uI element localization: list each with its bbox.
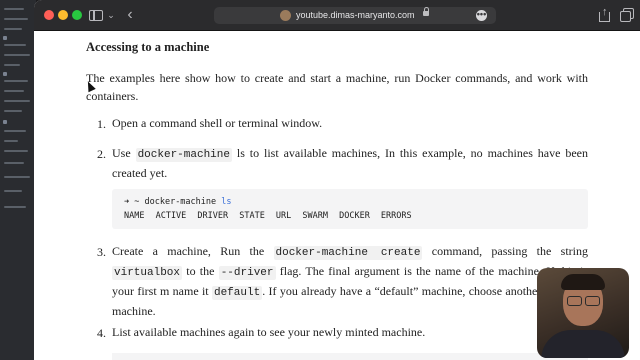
step-number: 1. <box>97 117 106 131</box>
step-number: 2. <box>97 147 106 161</box>
browser-toolbar: ⌄ ‹ youtube.dimas-maryanto.com ••• ↑ <box>34 0 640 31</box>
code-argument: ls <box>221 197 232 207</box>
step-4-text: List available machines again to see you… <box>112 325 426 339</box>
sidebar-icon[interactable] <box>89 6 103 24</box>
step-number: 4. <box>97 326 106 340</box>
step-2-text: Use docker-machine ls to list available … <box>112 146 588 180</box>
code-command: docker-machine <box>144 197 217 207</box>
shell-prompt: ➜ ~ <box>124 197 140 207</box>
inline-code: default <box>211 286 263 300</box>
more-icon[interactable]: ••• <box>476 10 487 21</box>
address-url[interactable]: youtube.dimas-maryanto.com <box>296 7 415 24</box>
zoom-window-button[interactable] <box>72 10 82 20</box>
chevron-down-icon[interactable]: ⌄ <box>106 6 116 24</box>
share-icon[interactable]: ↑ <box>598 6 610 24</box>
inline-code: virtualbox <box>112 266 183 280</box>
inline-code: docker-machine <box>135 148 232 162</box>
webcam-overlay <box>537 268 629 358</box>
tabs-icon[interactable] <box>620 6 634 24</box>
output-header: NAME ACTIVE DRIVER STATE URL SWARM DOCKE… <box>124 211 412 221</box>
lock-icon <box>423 7 429 16</box>
step-1-text: Open a command shell or terminal window. <box>112 116 323 130</box>
back-icon[interactable]: ‹ <box>124 6 136 24</box>
inline-code: docker-machine create <box>273 246 423 260</box>
address-bar[interactable]: youtube.dimas-maryanto.com ••• <box>214 7 496 24</box>
close-window-button[interactable] <box>44 10 54 20</box>
step-number: 3. <box>97 245 106 259</box>
site-favicon <box>280 10 291 21</box>
background-app-strip <box>0 0 36 360</box>
next-code-block <box>112 353 588 360</box>
intro-paragraph: The examples here show how to create and… <box>86 71 588 103</box>
inline-code: --driver <box>218 266 276 280</box>
section-heading: Accessing to a machine <box>86 40 210 54</box>
step-3-text: Create a machine, Run the docker-machine… <box>112 244 589 318</box>
code-block: ➜ ~ docker-machine ls NAME ACTIVE DRIVER… <box>112 189 588 229</box>
minimize-window-button[interactable] <box>58 10 68 20</box>
